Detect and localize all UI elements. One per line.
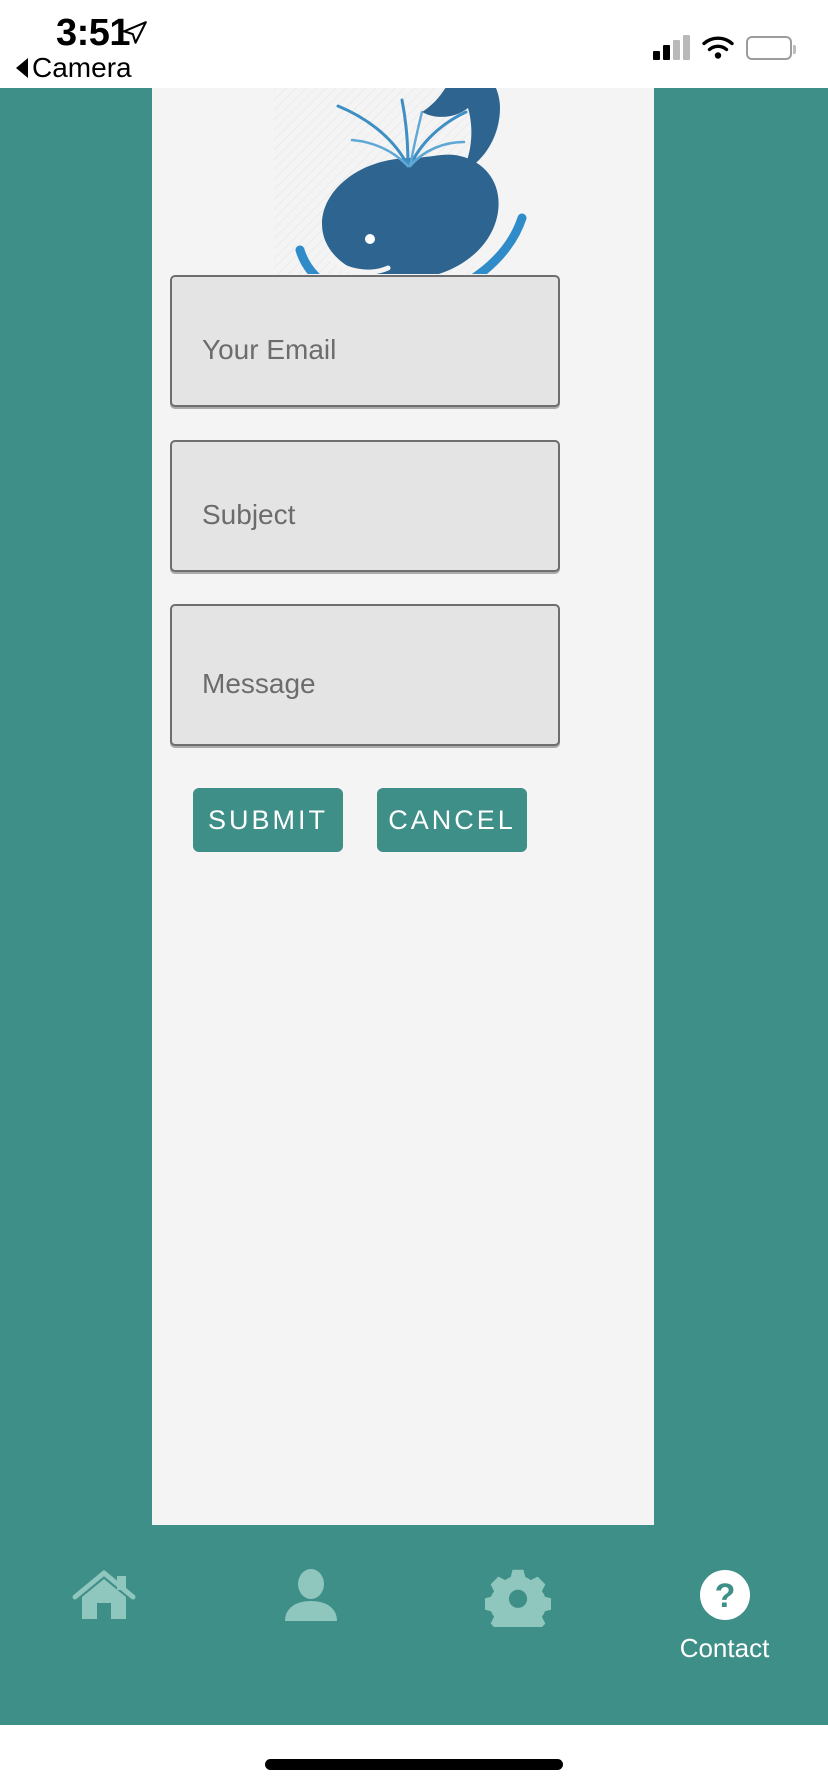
- tab-contact-label: Contact: [679, 1633, 770, 1663]
- gear-icon: [484, 1569, 551, 1627]
- subject-field[interactable]: Subject: [170, 440, 560, 572]
- svg-text:?: ?: [714, 1577, 735, 1615]
- back-triangle-icon: [16, 58, 28, 78]
- location-arrow-icon: [123, 21, 147, 44]
- home-indicator[interactable]: [265, 1759, 563, 1770]
- whale-logo-icon: [295, 88, 527, 274]
- tab-profile[interactable]: [207, 1525, 414, 1725]
- submit-button-label: SUBMIT: [207, 804, 328, 835]
- logo-container: [152, 88, 654, 274]
- cancel-button[interactable]: CANCEL: [377, 788, 527, 852]
- contact-form-panel: Your Email Subject Message SUBMIT CANCEL: [152, 88, 654, 1525]
- message-field-placeholder: Message: [202, 668, 316, 699]
- tab-home[interactable]: [0, 1525, 207, 1725]
- person-icon: [284, 1569, 337, 1621]
- subject-field-placeholder: Subject: [202, 499, 296, 530]
- wifi-icon: [702, 36, 734, 59]
- email-field[interactable]: Your Email: [170, 275, 560, 407]
- app-background: Your Email Subject Message SUBMIT CANCEL: [0, 88, 828, 1725]
- status-bar-time: 3:51: [56, 12, 131, 54]
- email-field-placeholder: Your Email: [202, 334, 337, 365]
- question-mark-circle-icon: ?: [699, 1570, 750, 1620]
- message-field[interactable]: Message: [170, 604, 560, 746]
- home-icon: [72, 1570, 135, 1619]
- cancel-button-label: CANCEL: [388, 804, 516, 835]
- tab-settings[interactable]: [414, 1525, 621, 1725]
- submit-button[interactable]: SUBMIT: [193, 788, 343, 852]
- tab-contact[interactable]: ? Contact: [621, 1525, 828, 1725]
- battery-icon: [746, 36, 796, 60]
- status-bar-indicators: [653, 26, 796, 60]
- status-bar: 3:51 Camera: [0, 0, 828, 88]
- phone-screen: 3:51 Camera Your Email Subject Message S…: [0, 0, 828, 1792]
- cellular-signal-icon: [653, 35, 690, 60]
- back-to-camera-button[interactable]: Camera: [16, 52, 132, 84]
- back-label: Camera: [32, 52, 132, 83]
- bottom-tab-bar: ? Contact: [0, 1525, 828, 1725]
